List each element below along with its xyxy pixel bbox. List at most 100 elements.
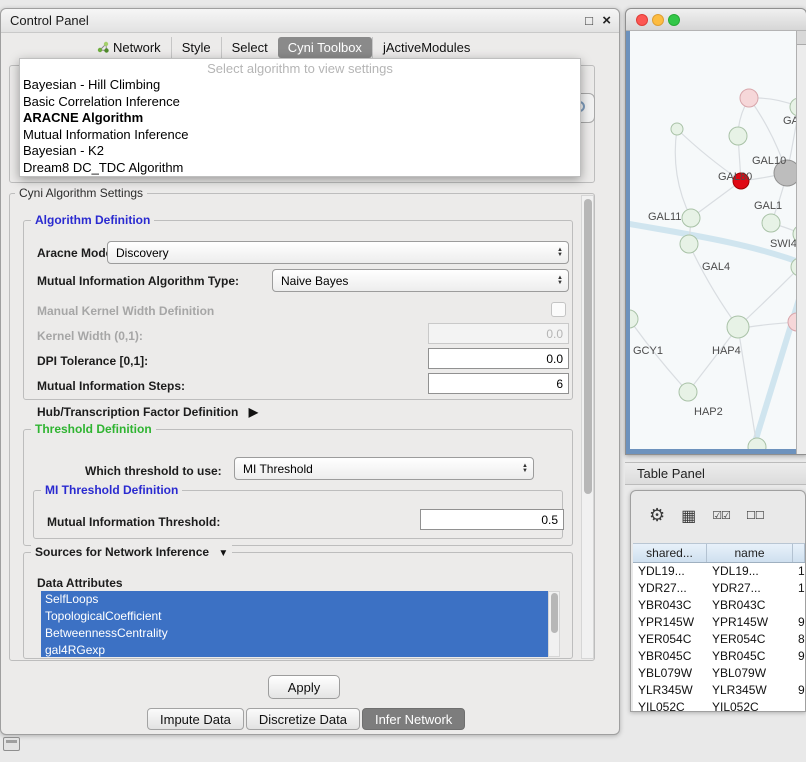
algorithm-option[interactable]: Bayesian - Hill Climbing	[22, 77, 578, 94]
network-node[interactable]	[682, 209, 700, 227]
network-edge	[675, 129, 691, 218]
tab-label: Select	[232, 40, 268, 55]
network-scrollbar[interactable]	[796, 31, 806, 454]
node-label: GAL80	[718, 171, 752, 183]
tab-style[interactable]: Style	[171, 37, 221, 58]
table-row[interactable]: YBR043C YBR043C	[633, 597, 805, 614]
sources-section-toggle[interactable]: Sources for Network Inference ▼	[31, 545, 232, 559]
column-header[interactable]	[793, 544, 805, 562]
minimize-button[interactable]	[652, 14, 664, 26]
minimize-icon[interactable]: □	[585, 9, 593, 33]
cell-shared-name: YLR345W	[633, 682, 707, 699]
tab-select[interactable]: Select	[221, 37, 278, 58]
tab-cyni-toolbox[interactable]: Cyni Toolbox	[278, 37, 372, 58]
network-node[interactable]	[762, 214, 780, 232]
select-all-columns-icon[interactable]: ☑☑	[712, 509, 730, 522]
cell-value: 9.	[793, 614, 805, 631]
network-node[interactable]	[671, 123, 683, 135]
algorithm-option[interactable]: Bayesian - K2	[22, 143, 578, 160]
cell-shared-name: YBL079W	[633, 665, 707, 682]
tab-discretize-data[interactable]: Discretize Data	[246, 708, 360, 730]
attribute-item-selected[interactable]: BetweennessCentrality	[41, 625, 548, 642]
manual-kernel-label: Manual Kernel Width Definition	[37, 304, 214, 318]
cell-name: YDL19...	[707, 563, 793, 580]
table-row[interactable]: YIL052C YIL052C	[633, 699, 805, 711]
cell-shared-name: YER054C	[633, 631, 707, 648]
network-canvas[interactable]: GAL80 GAL10 GAL11 GAL1 SWI4 GAL4 GCY1 HA…	[630, 31, 796, 449]
aracne-mode-value: Discovery	[116, 246, 169, 260]
aracne-mode-select[interactable]: Discovery ▲▼	[107, 241, 569, 264]
network-edge	[738, 267, 796, 327]
table-row[interactable]: YER054C YER054C 8.	[633, 631, 805, 648]
network-node[interactable]	[727, 316, 749, 338]
network-node[interactable]	[679, 383, 697, 401]
column-header[interactable]: shared...	[633, 544, 707, 562]
node-label: GAL10	[752, 155, 786, 167]
cell-value	[793, 597, 805, 614]
columns-icon[interactable]: ▦	[681, 506, 696, 526]
settings-scrollbar-thumb[interactable]	[584, 199, 592, 494]
algorithm-placeholder: Select algorithm to view settings	[20, 60, 580, 77]
expand-arrow-icon: ▶	[249, 405, 258, 419]
attributes-scrollbar[interactable]	[548, 591, 560, 657]
network-scrollbar-button[interactable]	[797, 31, 806, 45]
which-threshold-select[interactable]: MI Threshold ▲▼	[234, 457, 534, 480]
apply-button[interactable]: Apply	[268, 675, 340, 699]
attribute-item-selected[interactable]: SelfLoops	[41, 591, 548, 608]
tab-label: Discretize Data	[259, 712, 347, 727]
settings-scrollbar[interactable]	[581, 195, 594, 659]
attributes-scrollbar-thumb[interactable]	[551, 593, 558, 633]
table-row[interactable]: YLR345W YLR345W 9.	[633, 682, 805, 699]
kernel-width-value: 0.0	[546, 327, 563, 341]
network-icon	[97, 41, 109, 53]
tab-label: Impute Data	[160, 712, 231, 727]
column-header[interactable]: name	[707, 544, 793, 562]
network-view-window: GAL80 GAL10 GAL11 GAL1 SWI4 GAL4 GCY1 HA…	[625, 8, 806, 455]
control-panel-window: Control Panel □ × Network Style Select C…	[0, 8, 620, 735]
network-node[interactable]	[748, 438, 766, 449]
table-row[interactable]: YPR145W YPR145W 9.	[633, 614, 805, 631]
manual-kernel-checkbox[interactable]	[551, 302, 566, 317]
network-edge	[738, 327, 757, 447]
hub-section-toggle[interactable]: Hub/Transcription Factor Definition ▶	[37, 405, 258, 419]
network-node[interactable]	[740, 89, 758, 107]
table-row[interactable]: YBL079W YBL079W	[633, 665, 805, 682]
gear-icon[interactable]: ⚙	[649, 505, 665, 526]
cell-value: 9.	[793, 648, 805, 665]
node-label: HAP4	[712, 345, 741, 357]
close-button[interactable]	[636, 14, 648, 26]
tab-network[interactable]: Network	[87, 37, 171, 58]
zoom-button[interactable]	[668, 14, 680, 26]
attribute-item-selected[interactable]: TopologicalCoefficient	[41, 608, 548, 625]
algorithm-option[interactable]: Basic Correlation Inference	[22, 94, 578, 111]
tab-impute-data[interactable]: Impute Data	[147, 708, 244, 730]
mi-threshold-field[interactable]: 0.5	[420, 509, 564, 530]
mi-algorithm-type-select[interactable]: Naive Bayes ▲▼	[272, 269, 569, 292]
table-row[interactable]: YDL19... YDL19... 13	[633, 563, 805, 580]
tab-jactivemodules[interactable]: jActiveModules	[372, 37, 480, 58]
network-node[interactable]	[630, 310, 638, 328]
attribute-item-selected[interactable]: gal4RGexp	[41, 642, 548, 657]
dpi-tolerance-field[interactable]: 0.0	[428, 348, 569, 369]
cell-shared-name: YBR043C	[633, 597, 707, 614]
threshold-definition-title: Threshold Definition	[31, 422, 156, 436]
algorithm-option[interactable]: Dream8 DC_TDC Algorithm	[22, 160, 578, 177]
sources-title: Sources for Network Inference	[35, 545, 209, 559]
which-threshold-label: Which threshold to use:	[85, 464, 222, 478]
kernel-width-field[interactable]: 0.0	[428, 323, 569, 344]
unselect-all-columns-icon[interactable]: ☐☐	[746, 509, 764, 522]
table-row[interactable]: YDR27... YDR27... 12	[633, 580, 805, 597]
tab-infer-network[interactable]: Infer Network	[362, 708, 465, 730]
hub-section-label: Hub/Transcription Factor Definition	[37, 405, 238, 419]
data-attributes-label: Data Attributes	[37, 576, 123, 590]
network-node[interactable]	[680, 235, 698, 253]
network-node[interactable]	[729, 127, 747, 145]
apply-button-label: Apply	[288, 680, 321, 695]
table-row[interactable]: YBR045C YBR045C 9.	[633, 648, 805, 665]
panel-toggle-icon[interactable]	[3, 737, 20, 751]
close-icon[interactable]: ×	[602, 9, 611, 33]
algorithm-option[interactable]: Mutual Information Inference	[22, 127, 578, 144]
algorithm-option-selected[interactable]: ARACNE Algorithm	[22, 110, 578, 127]
which-threshold-value: MI Threshold	[243, 462, 313, 476]
mi-steps-field[interactable]: 6	[428, 373, 569, 394]
